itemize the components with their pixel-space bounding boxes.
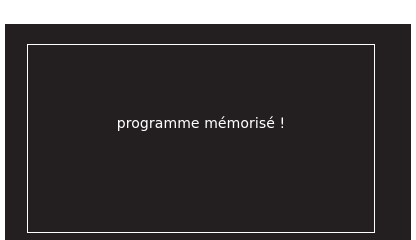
device-screen: programme mémorisé !	[5, 24, 411, 240]
top-margin	[0, 0, 416, 24]
confirmation-message: programme mémorisé !	[116, 116, 286, 132]
message-frame: programme mémorisé !	[27, 44, 375, 233]
